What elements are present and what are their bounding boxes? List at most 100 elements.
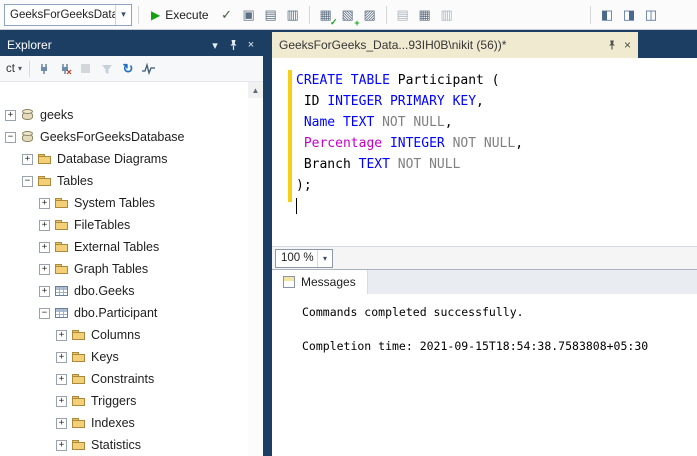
- pane-right-icon: ◨: [622, 6, 636, 22]
- window-menu-button[interactable]: ▾: [206, 36, 224, 54]
- analyze-query-button[interactable]: ▦ ✓: [316, 5, 337, 27]
- tree-expander[interactable]: −: [39, 307, 50, 319]
- tree-item-triggers[interactable]: + Triggers: [0, 390, 263, 412]
- tree-item-label: Statistics: [91, 438, 142, 452]
- messages-tab[interactable]: Messages: [272, 270, 368, 294]
- connect-object-button[interactable]: [35, 60, 53, 78]
- sql-editor[interactable]: CREATE TABLE Participant ( ID INTEGER PR…: [272, 58, 697, 246]
- tree-expander[interactable]: −: [22, 175, 33, 187]
- pane-left-button[interactable]: ◧: [597, 5, 617, 25]
- query-options-button[interactable]: ▣: [239, 5, 259, 25]
- tree-expander[interactable]: −: [5, 131, 16, 143]
- pane-split-button[interactable]: ◫: [641, 5, 661, 25]
- message-line: Commands completed successfully.: [302, 305, 524, 319]
- tree-expander[interactable]: +: [56, 439, 67, 451]
- execute-button[interactable]: ▶ Execute: [145, 3, 215, 27]
- tree-expander[interactable]: +: [39, 219, 50, 231]
- execution-plan-button[interactable]: ▧ +: [338, 5, 359, 28]
- activity-pulse-icon: [142, 62, 156, 75]
- tree-expander[interactable]: +: [56, 395, 67, 407]
- close-button[interactable]: ×: [242, 36, 260, 54]
- chevron-down-icon: ▾: [212, 39, 218, 52]
- scroll-up-icon: ▲: [251, 85, 260, 95]
- results-tab-strip: Messages: [272, 270, 697, 294]
- tree-expander[interactable]: +: [56, 417, 67, 429]
- connect-button[interactable]: ct ▾: [4, 63, 24, 75]
- database-combobox[interactable]: GeeksForGeeksDatabase ▾: [4, 3, 132, 26]
- tree-expander[interactable]: +: [56, 373, 67, 385]
- tree-item-filetables[interactable]: + FileTables: [0, 214, 263, 236]
- tree-scrollbar[interactable]: ▲: [248, 82, 263, 456]
- table-icon: [55, 306, 69, 320]
- tree-expander[interactable]: +: [5, 109, 16, 121]
- tree-item-tables[interactable]: − Tables: [0, 170, 263, 192]
- query-document-tab[interactable]: GeeksForGeeks_Data...93IH0B\nikit (56))*…: [272, 32, 638, 58]
- results-to-text-button[interactable]: ▤: [393, 5, 413, 25]
- tree-expander[interactable]: +: [39, 241, 50, 253]
- connect-label: ct: [6, 62, 15, 75]
- object-explorer-panel: Explorer ▾ × ct ▾ ↻ ▲ + geeks − GeeksFor…: [0, 34, 263, 456]
- filter-button[interactable]: [98, 60, 116, 78]
- editor-statusbar: 100 % ▾: [272, 246, 697, 270]
- code-token: TABLE: [350, 73, 390, 88]
- tree-item-graph-tables[interactable]: + Graph Tables: [0, 258, 263, 280]
- parse-button[interactable]: ✓: [217, 7, 237, 23]
- chevron-down-icon[interactable]: ▾: [115, 4, 131, 25]
- pin-button[interactable]: [224, 36, 242, 54]
- tree-item-geeksforgeeksdatabase[interactable]: − GeeksForGeeksDatabase: [0, 126, 263, 148]
- tree-item-keys[interactable]: + Keys: [0, 346, 263, 368]
- tree-expander[interactable]: +: [56, 351, 67, 363]
- tree-item-label: GeeksForGeeksDatabase: [40, 130, 185, 144]
- toolbar-separator: [590, 5, 591, 24]
- code-token: ,: [476, 94, 484, 109]
- unplug-icon: [61, 63, 72, 74]
- live-statistics-button[interactable]: ▨: [360, 5, 380, 25]
- chevron-down-icon[interactable]: ▾: [317, 249, 332, 267]
- tree-item-label: Indexes: [91, 416, 135, 430]
- refresh-button[interactable]: ↻: [119, 60, 137, 78]
- message-line: [302, 321, 697, 338]
- pin-icon[interactable]: [607, 39, 617, 51]
- tree-item-columns[interactable]: + Columns: [0, 324, 263, 346]
- tree-item-statistics[interactable]: + Statistics: [0, 434, 263, 456]
- folder-icon: [72, 394, 86, 408]
- code-token: );: [296, 178, 312, 193]
- table-icon: [55, 284, 69, 298]
- document-tab-row: GeeksForGeeks_Data...93IH0B\nikit (56))*…: [272, 32, 697, 58]
- tree-expander[interactable]: +: [39, 197, 50, 209]
- tree-item-constraints[interactable]: + Constraints: [0, 368, 263, 390]
- tree-item-dbo-geeks[interactable]: + dbo.Geeks: [0, 280, 263, 302]
- tree-item-geeks[interactable]: + geeks: [0, 104, 263, 126]
- tree-expander[interactable]: +: [39, 263, 50, 275]
- code-token: ID: [296, 94, 328, 109]
- template-parameters-button[interactable]: ▥: [283, 5, 303, 25]
- tree-item-database-diagrams[interactable]: + Database Diagrams: [0, 148, 263, 170]
- results-to-grid-icon: ▦: [418, 6, 431, 22]
- stop-button[interactable]: [77, 60, 95, 78]
- results-to-file-button[interactable]: ▥: [437, 5, 457, 25]
- results-to-grid-button[interactable]: ▦: [415, 5, 435, 25]
- folder-icon: [72, 372, 86, 386]
- intellisense-button[interactable]: ▤: [261, 5, 281, 25]
- tree-item-dbo-participant[interactable]: − dbo.Participant: [0, 302, 263, 324]
- tree-item-label: FileTables: [74, 218, 131, 232]
- filter-icon: [101, 64, 112, 74]
- tree-item-indexes[interactable]: + Indexes: [0, 412, 263, 434]
- disconnect-object-button[interactable]: [56, 60, 74, 78]
- tree-item-label: geeks: [40, 108, 74, 122]
- activity-monitor-button[interactable]: [140, 60, 158, 78]
- scroll-up-button[interactable]: ▲: [248, 82, 263, 98]
- tree-item-external-tables[interactable]: + External Tables: [0, 236, 263, 258]
- tree-expander[interactable]: +: [56, 329, 67, 341]
- tree-item-label: Database Diagrams: [57, 152, 168, 166]
- tree-expander[interactable]: +: [39, 285, 50, 297]
- close-tab-button[interactable]: ×: [624, 39, 631, 51]
- code-token: NOT NULL: [382, 115, 445, 130]
- zoom-combobox[interactable]: 100 % ▾: [275, 248, 333, 268]
- folder-icon: [72, 438, 86, 452]
- message-line: Completion time: 2021-09-15T18:54:38.758…: [302, 339, 649, 353]
- tree-item-system-tables[interactable]: + System Tables: [0, 192, 263, 214]
- pane-right-button[interactable]: ◨: [619, 5, 639, 25]
- tree-expander[interactable]: +: [22, 153, 33, 165]
